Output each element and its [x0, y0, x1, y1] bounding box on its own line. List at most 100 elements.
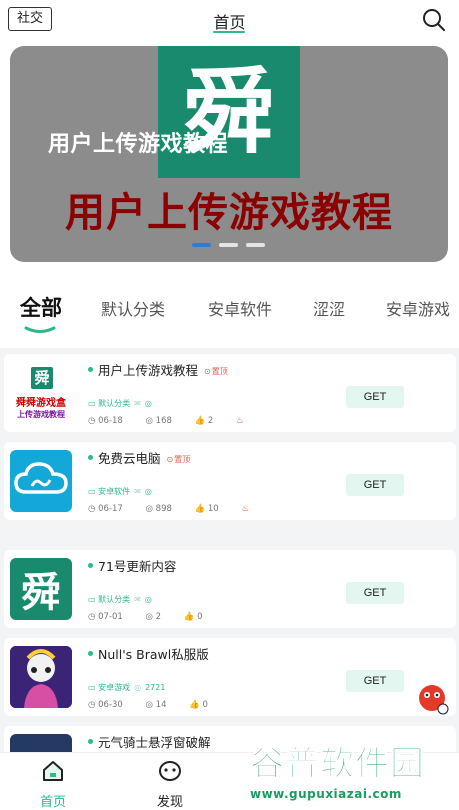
hot-icon: ♨: [241, 504, 250, 514]
likes: 👍 10: [194, 504, 219, 514]
likes-value: 10: [207, 504, 219, 514]
likes: 👍 2: [194, 416, 214, 426]
carousel-dot[interactable]: [192, 243, 211, 247]
game-character-icon: [10, 646, 72, 708]
watermark: 谷普软件园 www.gupuxiazai.com: [250, 736, 455, 808]
category-label: 默认分类: [98, 399, 131, 408]
watermark-url: www.gupuxiazai.com: [250, 787, 402, 801]
carousel-dots: [192, 243, 265, 247]
app-name: 用户上传游戏教程置顶: [88, 360, 228, 379]
views-value: 898: [155, 504, 172, 514]
app-category: ▭ 安卓软件 ✉ ◎: [88, 487, 152, 496]
app-category: ▭ 默认分类 ✉ ◎: [88, 399, 152, 408]
tab-all[interactable]: 全部: [20, 292, 62, 322]
views-value: 14: [155, 700, 167, 710]
app-stats: ◷ 06-18 ◎ 168 👍 2 ♨: [88, 416, 254, 426]
app-icon: 舜 舜舜游戏盒 上传游戏教程: [10, 362, 72, 424]
search-icon[interactable]: [421, 7, 447, 33]
active-tab-indicator: [24, 326, 56, 333]
date: ◷ 06-17: [88, 504, 123, 514]
views-value: 168: [155, 416, 172, 426]
pinned-badge: 置顶: [167, 454, 190, 465]
character-glyph: [10, 646, 72, 708]
app-card[interactable]: 舜 71号更新内容 ▭ 默认分类 ✉ ◎ ◷ 07-01 ◎ 2 👍 0 GET: [4, 550, 456, 628]
app-name: 71号更新内容: [88, 556, 176, 575]
app-stats: ◷ 06-17 ◎ 898 👍 10 ♨: [88, 504, 259, 514]
banner[interactable]: 舜 用户上传游戏教程 用户上传游戏教程: [10, 46, 448, 262]
banner-caption: 用户上传游戏教程: [48, 132, 229, 157]
watermark-title: 谷普软件园: [250, 744, 425, 785]
app-card[interactable]: Null's Brawl私服版 ▭ 安卓游戏 ◎ 2721 ◷ 06-30 ◎ 14…: [4, 638, 456, 716]
date-value: 06-18: [98, 416, 123, 426]
banner-area: 舜 用户上传游戏教程 用户上传游戏教程: [0, 40, 459, 272]
app-name: 元气骑士悬浮窗破解: [88, 732, 211, 751]
likes-value: 0: [197, 612, 203, 622]
home-icon: [43, 761, 63, 781]
app-name-text: 71号更新内容: [98, 559, 177, 574]
app-name-text: 元气骑士悬浮窗破解: [98, 735, 211, 750]
mascot-icon[interactable]: [412, 676, 452, 716]
app-category: ▭ 默认分类 ✉ ◎: [88, 595, 152, 604]
tab-android-games[interactable]: 安卓游戏: [386, 296, 450, 320]
get-button[interactable]: GET: [346, 474, 404, 496]
icon-caption: 舜舜游戏盒: [16, 398, 66, 409]
page-title: 首页: [213, 13, 246, 32]
app-name-text: 免费云电脑: [98, 451, 161, 466]
app-stats: ◷ 06-30 ◎ 14 👍 0: [88, 700, 228, 710]
get-button[interactable]: GET: [346, 582, 404, 604]
date: ◷ 06-30: [88, 700, 123, 710]
info-icon: ◎: [144, 595, 152, 604]
logo-icon: 舜: [21, 569, 61, 616]
likes-value: 2: [207, 416, 214, 426]
extra-value: 2721: [145, 683, 166, 692]
icon-subcaption: 上传游戏教程: [17, 410, 65, 419]
banner-logo: 舜: [158, 46, 300, 178]
get-button[interactable]: GET: [346, 386, 404, 408]
carousel-dot[interactable]: [246, 243, 265, 247]
app-name-text: Null's Brawl私服版: [98, 647, 209, 662]
hot-icon: ♨: [236, 416, 244, 426]
carousel-dot[interactable]: [219, 243, 238, 247]
app-icon: 舜: [10, 558, 72, 620]
date: ◷ 07-01: [88, 612, 123, 622]
info-icon: ◎: [144, 399, 152, 408]
mail-icon: ✉: [134, 487, 141, 496]
app-card[interactable]: 舜 舜舜游戏盒 上传游戏教程 用户上传游戏教程置顶 ▭ 默认分类✉◎ ◷ 06-…: [4, 354, 456, 432]
likes: 👍 0: [183, 612, 203, 622]
category-label: 默认分类: [98, 595, 131, 604]
cloud-glyph: [14, 462, 68, 494]
app-name: Null's Brawl私服版: [88, 644, 209, 663]
extra-icon: ◎: [134, 683, 142, 692]
banner-headline: 用户上传游戏教程: [65, 190, 393, 236]
app-name: 免费云电脑置顶: [88, 448, 190, 467]
app-category: ▭ 安卓游戏 ◎ 2721: [88, 683, 166, 692]
top-bar: 社交 首页: [0, 0, 459, 40]
tab-sese[interactable]: 涩涩: [313, 296, 345, 320]
pinned-badge: 置顶: [204, 366, 228, 377]
likes: 👍 0: [189, 700, 208, 710]
mail-icon: ✉: [134, 399, 141, 408]
logo-icon: 舜: [31, 367, 53, 389]
views: ◎ 898: [145, 504, 172, 514]
tab-android-software[interactable]: 安卓软件: [208, 296, 272, 320]
info-icon: ◎: [144, 487, 152, 496]
app-stats: ◷ 07-01 ◎ 2 👍 0: [88, 612, 223, 622]
get-button[interactable]: GET: [346, 670, 404, 692]
views: ◎ 2: [145, 612, 162, 622]
date-value: 06-17: [98, 504, 123, 514]
nav-discover[interactable]: 发现: [140, 759, 200, 810]
app-name-text: 用户上传游戏教程: [98, 363, 199, 378]
date-value: 06-30: [98, 700, 123, 710]
views-value: 2: [155, 612, 162, 622]
date: ◷ 06-18: [88, 416, 123, 426]
app-card[interactable]: 免费云电脑置顶 ▭ 安卓软件✉◎ ◷ 06-17 ◎ 898 👍 10 ♨ GE…: [4, 442, 456, 520]
nav-discover-label: 发现: [156, 795, 183, 810]
mail-icon: ✉: [134, 595, 141, 604]
nav-home-label: 首页: [39, 795, 66, 810]
tab-default[interactable]: 默认分类: [101, 296, 165, 320]
discover-icon: [159, 761, 181, 781]
nav-home[interactable]: 首页: [23, 759, 83, 810]
category-tabs: 全部 默认分类 安卓软件 涩涩 安卓游戏: [0, 272, 459, 348]
likes-value: 0: [202, 700, 208, 710]
cloud-icon: [10, 450, 72, 512]
